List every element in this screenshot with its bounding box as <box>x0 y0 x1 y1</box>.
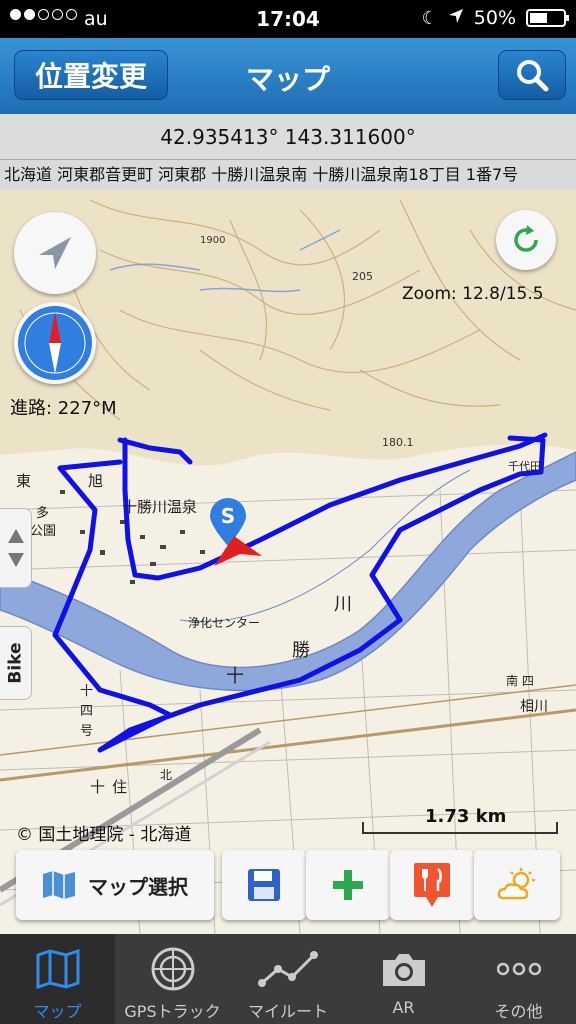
camera-icon <box>382 954 425 986</box>
map-icon <box>36 949 79 989</box>
tab-other-label: その他 <box>494 1002 543 1021</box>
floppy-icon <box>248 869 280 901</box>
compass-icon <box>18 306 92 380</box>
map-label: 十 <box>226 666 244 687</box>
map-label: 住 <box>112 778 128 796</box>
map-fold-icon <box>43 871 75 899</box>
map-label: 公園 <box>30 524 57 539</box>
coordinates-display: 42.935413° 143.311600° <box>0 114 576 160</box>
map-label: 四 <box>80 704 94 719</box>
tab-my-route-label: マイルート <box>247 1002 328 1021</box>
heading-label: 進路: 227°M <box>10 398 117 419</box>
refresh-icon <box>514 225 538 252</box>
more-icon <box>496 962 541 976</box>
up-down-arrows-icon <box>7 529 24 567</box>
map-label: 勝 <box>292 640 310 661</box>
zoom-label: Zoom: 12.8/15.5 <box>402 284 544 304</box>
address-display: 北海道 河東郡音更町 河東郡 十勝川温泉南 十勝川温泉南18丁目 1番7号 <box>0 160 576 190</box>
weather-button[interactable] <box>474 850 560 920</box>
search-icon <box>517 60 549 92</box>
start-marker-label: S <box>220 504 236 528</box>
map-label: 千代田 <box>508 460 541 473</box>
battery-icon <box>526 9 569 27</box>
map-label: 多 <box>36 506 50 521</box>
map-attribution: © 国土地理院 - 北海道 <box>16 825 192 845</box>
layer-scroll-handle[interactable] <box>0 508 32 588</box>
bike-label: Bike <box>5 642 26 684</box>
map-label: 旭 <box>88 472 104 490</box>
map-label: 十 <box>90 778 106 796</box>
tab-ar[interactable]: AR <box>346 934 461 1024</box>
map-label: 十 <box>80 684 94 699</box>
map-label: 東 <box>16 472 32 490</box>
route-icon <box>258 951 318 987</box>
change-location-button[interactable]: 位置変更 <box>14 50 168 100</box>
map-label: 南 四 <box>506 674 534 688</box>
save-button[interactable] <box>222 850 306 920</box>
map-label: 205 <box>352 270 373 283</box>
plus-icon <box>333 870 363 900</box>
map-label: 相川 <box>520 699 548 715</box>
refresh-button[interactable] <box>496 210 556 270</box>
map-label: 号 <box>80 724 94 739</box>
map-label: 北 <box>160 768 173 782</box>
map-label: 180.1 <box>382 436 414 449</box>
moon-icon: ☾ <box>421 7 438 29</box>
tab-bar: マップ GPSトラック マイルート AR その他 <box>0 934 576 1024</box>
tab-gps-track-label: GPSトラック <box>124 1002 221 1021</box>
map-select-button[interactable]: マップ選択 <box>16 850 214 920</box>
tab-other[interactable]: その他 <box>461 934 576 1024</box>
tab-gps-track[interactable]: GPSトラック <box>115 934 230 1024</box>
map-label: 1900 <box>200 235 226 246</box>
add-button[interactable] <box>306 850 390 920</box>
weather-icon <box>497 868 535 900</box>
locate-me-button[interactable] <box>14 212 96 294</box>
tab-ar-label: AR <box>392 998 415 1017</box>
battery-percent: 50% <box>473 7 516 29</box>
tab-my-route[interactable]: マイルート <box>230 934 346 1024</box>
restaurant-button[interactable] <box>390 850 474 920</box>
map-toolbar: マップ選択 <box>0 850 576 934</box>
status-bar: au 17:04 ☾ 50% <box>0 0 576 38</box>
map-select-label: マップ選択 <box>88 874 188 899</box>
radar-icon <box>151 947 194 991</box>
location-arrow-icon <box>448 7 464 29</box>
nav-bar: 位置変更 マップ <box>0 38 576 114</box>
current-position-arrow-icon <box>214 536 262 566</box>
navigation-arrow-icon <box>39 237 71 269</box>
tab-map-label: マップ <box>33 1002 82 1021</box>
map-label: 十勝川温泉 <box>122 498 198 516</box>
map-label: 川 <box>334 594 352 615</box>
compass-button[interactable] <box>14 302 96 384</box>
restaurant-icon <box>414 863 450 907</box>
bike-mode-tab[interactable]: Bike <box>0 626 32 700</box>
tab-map[interactable]: マップ <box>0 934 115 1024</box>
map-view[interactable]: 1900 205 180.1 十勝川温泉 浄化センター 十 勝 川 千代田 東 … <box>0 190 576 934</box>
search-button[interactable] <box>498 50 566 100</box>
map-label: 浄化センター <box>188 616 261 630</box>
scale-label: 1.73 km <box>425 806 507 827</box>
